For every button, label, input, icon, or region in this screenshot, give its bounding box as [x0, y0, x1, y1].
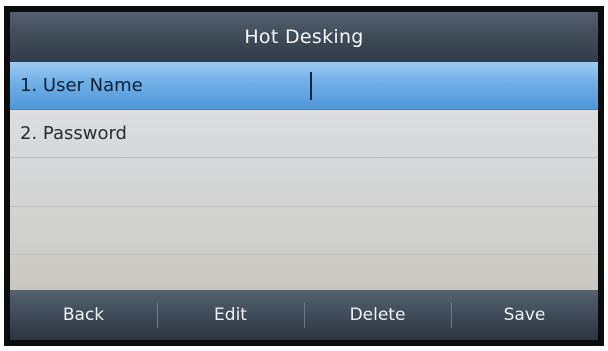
save-softkey[interactable]: Save: [451, 290, 598, 340]
delete-softkey[interactable]: Delete: [304, 290, 451, 340]
page-title: Hot Desking: [244, 26, 364, 48]
phone-screen-frame: Hot Desking 1. User Name 2. Password Bac…: [4, 6, 604, 346]
field-label-password: 2. Password: [20, 123, 127, 144]
softkey-bar: Back Edit Delete Save: [10, 290, 598, 340]
user-name-input[interactable]: [310, 68, 580, 104]
divider: [10, 254, 598, 255]
title-bar: Hot Desking: [10, 12, 598, 62]
field-label-user-name: 1. User Name: [20, 75, 143, 96]
field-row-user-name[interactable]: 1. User Name: [10, 62, 598, 110]
phone-screen: Hot Desking 1. User Name 2. Password Bac…: [10, 12, 598, 340]
text-cursor: [310, 72, 312, 100]
field-row-password[interactable]: 2. Password: [10, 110, 598, 158]
edit-softkey[interactable]: Edit: [157, 290, 304, 340]
password-input[interactable]: [310, 116, 580, 152]
back-softkey[interactable]: Back: [10, 290, 157, 340]
divider: [10, 206, 598, 207]
